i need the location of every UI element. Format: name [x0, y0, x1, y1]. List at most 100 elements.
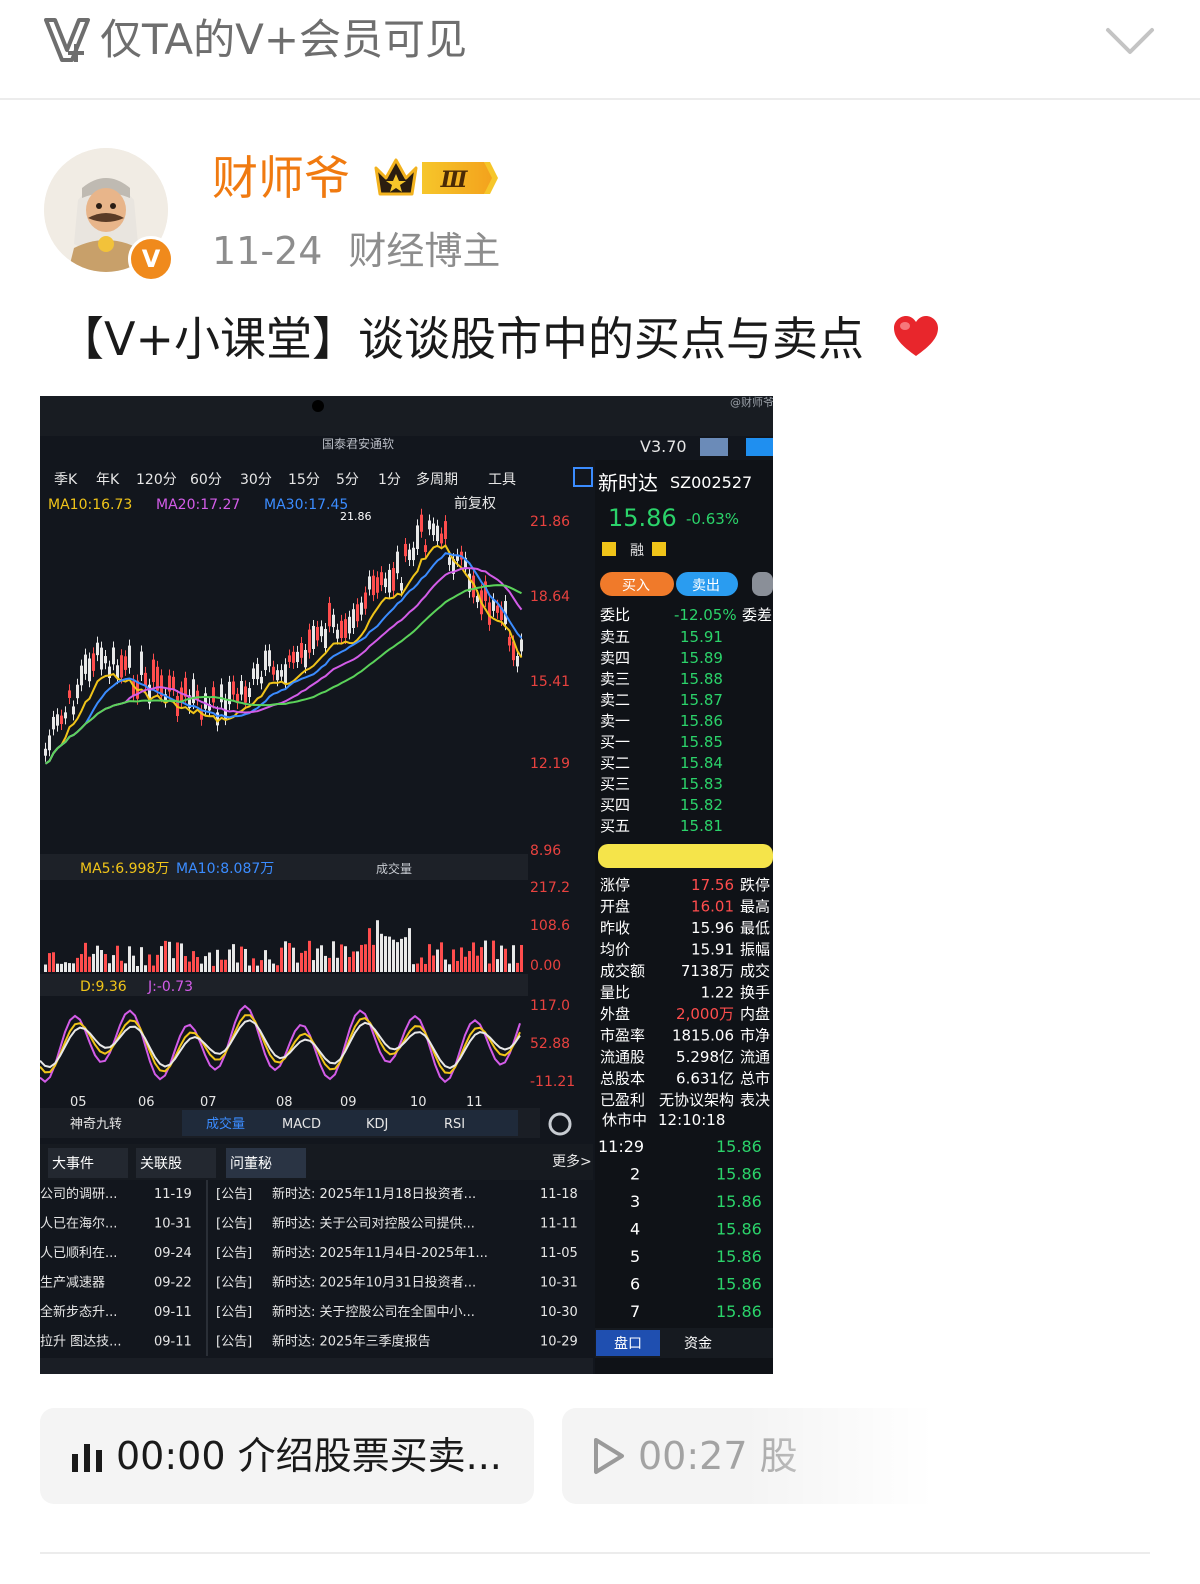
candle-body	[48, 735, 51, 751]
stat-label: 量比	[600, 984, 630, 1002]
book-side-label: 卖五	[600, 628, 630, 646]
candle-body	[360, 602, 363, 615]
month-tick: 10	[410, 1095, 427, 1110]
post-image[interactable]: @财师爷 国泰君安通软 V3.70 季K 年K 120分 60分 30分 15分 5分 1分多…	[40, 396, 773, 1374]
audio-card-1[interactable]: 00:00 介绍股票买卖...	[40, 1408, 534, 1504]
volume-bar	[440, 942, 443, 972]
kdj-tick: -11.21	[530, 1074, 575, 1090]
volume-bar	[388, 936, 391, 972]
volume-bar	[396, 942, 399, 972]
stat-right-label: 成交	[740, 962, 770, 980]
candle-body	[364, 592, 367, 609]
candle-body	[496, 605, 499, 613]
volume-bar	[144, 965, 147, 972]
stock-name: 新时达	[598, 471, 658, 495]
volume-bar	[328, 957, 331, 972]
tick-price: 15.86	[716, 1137, 762, 1156]
status-time: 12:10:18	[658, 1111, 725, 1129]
volume-bar	[356, 951, 359, 972]
news-left-title: 人已顺利在...	[40, 1246, 117, 1261]
volume-bar	[368, 928, 371, 972]
volume-bar	[376, 920, 379, 972]
window-button[interactable]	[746, 438, 773, 456]
volume-bar	[496, 959, 499, 972]
candle-body	[448, 557, 451, 565]
volume-bar	[92, 953, 95, 972]
volume-bar	[284, 941, 287, 972]
candle-body	[428, 520, 431, 530]
stat-label: 已盈利	[600, 1091, 645, 1109]
weibi-label: 委比	[600, 606, 630, 624]
tick-price: 15.86	[716, 1165, 762, 1184]
volume-bar	[504, 948, 507, 972]
volume-bar	[248, 965, 251, 972]
volume-bar	[512, 945, 515, 972]
volume-bar	[172, 958, 175, 972]
stat-value: 7138万	[681, 962, 734, 980]
candle-body	[416, 525, 419, 550]
visibility-bar: 仅TA的V+会员可见	[0, 0, 1200, 100]
news-tabs[interactable]: 大事件 关联股 问董秘	[48, 1148, 306, 1178]
volume-bar	[204, 956, 207, 972]
tick-time: 5	[630, 1247, 640, 1266]
volume-bar	[76, 957, 79, 972]
play-icon[interactable]	[592, 1436, 626, 1476]
volume-bar	[244, 948, 247, 972]
candle-body	[120, 655, 123, 678]
news-title: 新时达: 2025年11月18日投资者...	[272, 1186, 476, 1202]
candle-body	[44, 748, 47, 756]
book-price: 15.87	[680, 691, 723, 709]
ma-label: MA30:17.45	[264, 497, 348, 513]
news-tag: [公告]	[216, 1246, 252, 1261]
book-side-label: 卖四	[600, 649, 630, 667]
candle-body	[424, 545, 427, 553]
audio-card-2[interactable]: 00:27 股	[562, 1408, 1200, 1504]
candle-body	[308, 629, 311, 653]
ma-label: MA20:17.27	[156, 497, 240, 513]
volume-bar	[224, 959, 227, 972]
candle-body	[112, 647, 115, 665]
member-level-badge[interactable]: Ⅲ	[372, 154, 498, 202]
author-name[interactable]: 财师爷	[212, 148, 350, 208]
stat-value: 1815.06	[672, 1027, 734, 1045]
stat-right-label: 流通	[740, 1048, 770, 1066]
candle-body	[324, 628, 327, 648]
audio-1-text: 00:00 介绍股票买卖...	[116, 1428, 502, 1484]
news-more-link[interactable]: 更多>	[552, 1153, 592, 1170]
candle-body	[204, 693, 207, 709]
news-tab: 大事件	[52, 1156, 94, 1172]
candle-body	[232, 681, 235, 695]
minimize-button[interactable]	[700, 438, 728, 456]
volume-bar	[412, 964, 415, 972]
sell-label: 卖出	[692, 578, 720, 594]
candle-body	[52, 716, 55, 730]
stat-label: 涨停	[600, 876, 630, 894]
candle-body	[280, 670, 283, 677]
volume-bar	[132, 955, 135, 972]
candle-body	[388, 569, 391, 593]
period-tab: 120分	[136, 472, 177, 488]
news-date: 10-30	[540, 1305, 578, 1320]
volume-bar	[260, 960, 263, 972]
candle-body	[368, 576, 371, 590]
volume-bar	[420, 957, 423, 972]
candle-body	[520, 639, 523, 652]
book-price: 15.81	[680, 817, 723, 835]
candle-body	[396, 551, 399, 574]
candle-body	[340, 620, 343, 639]
volume-ma-label: MA10:8.087万	[176, 861, 274, 877]
volume-bar	[472, 942, 475, 972]
candle-body	[356, 604, 359, 622]
fade-overlay	[742, 1408, 1200, 1504]
stat-label: 成交额	[600, 962, 645, 980]
audio-bars-icon	[72, 1444, 102, 1472]
stat-label: 总股本	[600, 1070, 645, 1088]
chevron-down-icon[interactable]	[1104, 20, 1156, 60]
tick-time: 3	[630, 1192, 640, 1211]
stat-label: 均价	[600, 941, 630, 959]
candle-body	[300, 642, 303, 658]
stat-value: 1.22	[701, 984, 734, 1002]
volume-bar	[104, 954, 107, 972]
adjust-mode[interactable]: 前复权	[454, 495, 496, 512]
period-tab: 1分	[378, 472, 401, 488]
